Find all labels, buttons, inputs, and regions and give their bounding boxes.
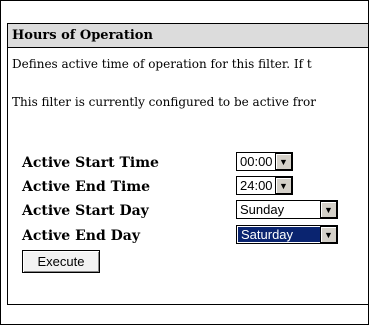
active-start-day-value: Sunday bbox=[240, 202, 285, 217]
active-end-day-select[interactable]: Saturday ▼ bbox=[236, 225, 338, 244]
active-start-day-select[interactable]: Sunday ▼ bbox=[236, 200, 338, 219]
panel-title: Hours of Operation bbox=[8, 24, 368, 48]
panel-description: Defines active time of operation for thi… bbox=[12, 57, 312, 71]
active-end-day-label: Active End Day bbox=[22, 228, 140, 244]
active-start-time-value: 00:00 bbox=[240, 154, 273, 169]
active-end-time-label: Active End Time bbox=[22, 179, 151, 195]
chevron-down-icon[interactable]: ▼ bbox=[320, 226, 337, 243]
active-end-time-select[interactable]: 24:00 ▼ bbox=[236, 176, 293, 195]
active-start-day-label: Active Start Day bbox=[22, 203, 149, 219]
active-start-day-row: Active Start Day Sunday ▼ bbox=[22, 200, 362, 222]
active-end-day-row: Active End Day Saturday ▼ bbox=[22, 225, 362, 247]
chevron-down-icon[interactable]: ▼ bbox=[320, 201, 337, 218]
active-start-time-select[interactable]: 00:00 ▼ bbox=[236, 152, 293, 171]
active-start-time-label: Active Start Time bbox=[22, 155, 159, 171]
execute-button[interactable]: Execute bbox=[22, 250, 100, 273]
active-end-time-row: Active End Time 24:00 ▼ bbox=[22, 176, 362, 198]
chevron-down-icon[interactable]: ▼ bbox=[275, 177, 292, 194]
page-frame: Hours of Operation Defines active time o… bbox=[0, 0, 369, 325]
active-start-time-row: Active Start Time 00:00 ▼ bbox=[22, 152, 362, 174]
panel-status-text: This filter is currently configured to b… bbox=[12, 95, 316, 109]
chevron-down-icon[interactable]: ▼ bbox=[275, 153, 292, 170]
hours-of-operation-panel: Hours of Operation Defines active time o… bbox=[7, 23, 368, 305]
active-end-day-value: Saturday bbox=[238, 227, 320, 242]
active-end-time-value: 24:00 bbox=[240, 178, 273, 193]
